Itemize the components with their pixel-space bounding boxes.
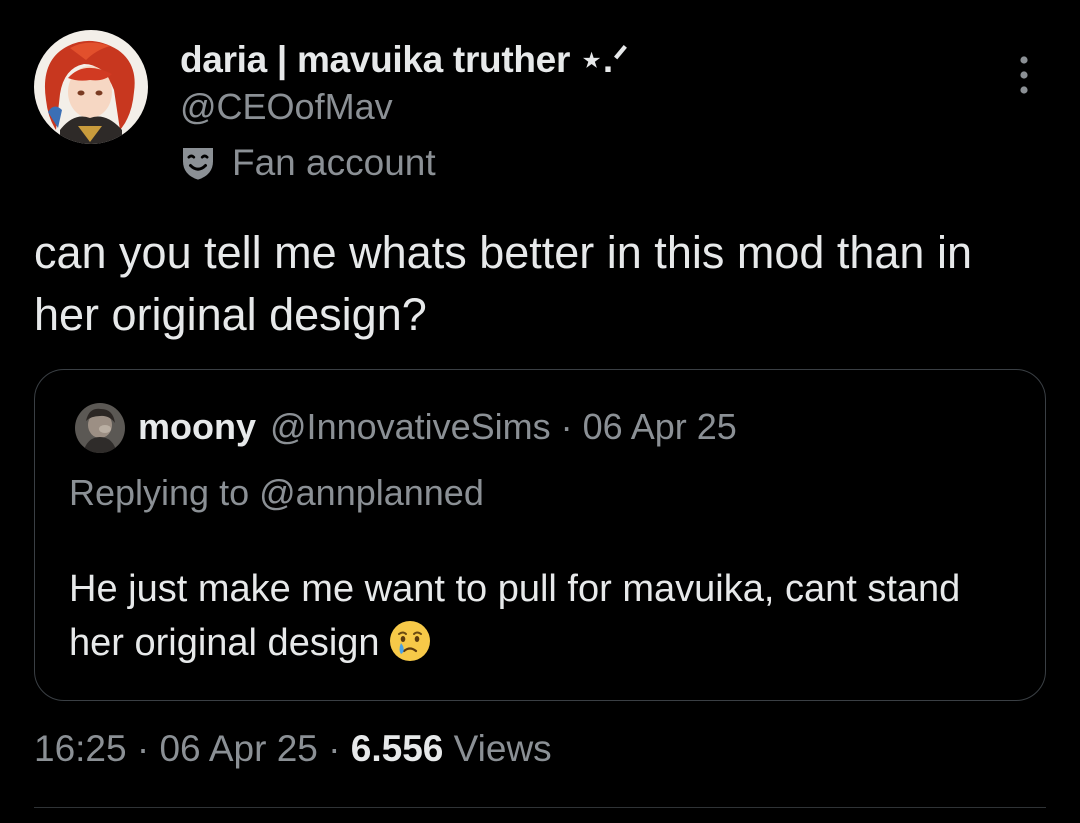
tweet-footer-meta: 16:25 · 06 Apr 25 · 6.556 Views [34, 728, 552, 770]
fan-account-label: Fan account [232, 142, 436, 183]
tweet-timestamp[interactable]: 16:25 · 06 Apr 25 · [34, 728, 351, 769]
views-label: Views [453, 728, 552, 769]
tweet: daria | mavuika truther ⋆.ᐟ @CEOofMav Fa… [0, 0, 1080, 823]
quoted-tweet-card[interactable]: moony @InnovativeSims · 06 Apr 25 Replyin… [34, 369, 1046, 701]
quoted-author-name[interactable]: moony [138, 406, 256, 447]
views-count: 6.556 [350, 728, 444, 769]
quoted-author-avatar[interactable] [75, 403, 125, 453]
theater-mask-icon [183, 148, 213, 180]
author-handle[interactable]: @CEOofMav [180, 86, 393, 128]
quoted-tweet-text: He just make me want to pull for mavuika… [69, 568, 961, 664]
more-options-button[interactable] [1006, 52, 1042, 98]
avatar-image [34, 30, 148, 144]
divider [34, 807, 1046, 808]
tweet-text: can you tell me whats better in this mod… [34, 227, 972, 340]
quoted-tweet-text-block: He just make me want to pull for mavuika… [69, 562, 1019, 670]
quoted-tweet-header: moony @InnovativeSims · 06 Apr 25 [138, 406, 737, 448]
more-vertical-icon [1020, 56, 1028, 94]
crying-face-emoji-icon [389, 621, 430, 661]
author-display-name[interactable]: daria | mavuika truther ⋆.ᐟ [180, 38, 629, 81]
replying-to-text[interactable]: Replying to @annplanned [69, 472, 484, 514]
account-label: Fan account [178, 140, 436, 186]
avatar-image [75, 403, 125, 453]
quoted-author-meta: @InnovativeSims · 06 Apr 25 [270, 406, 737, 447]
author-avatar[interactable] [34, 30, 148, 144]
